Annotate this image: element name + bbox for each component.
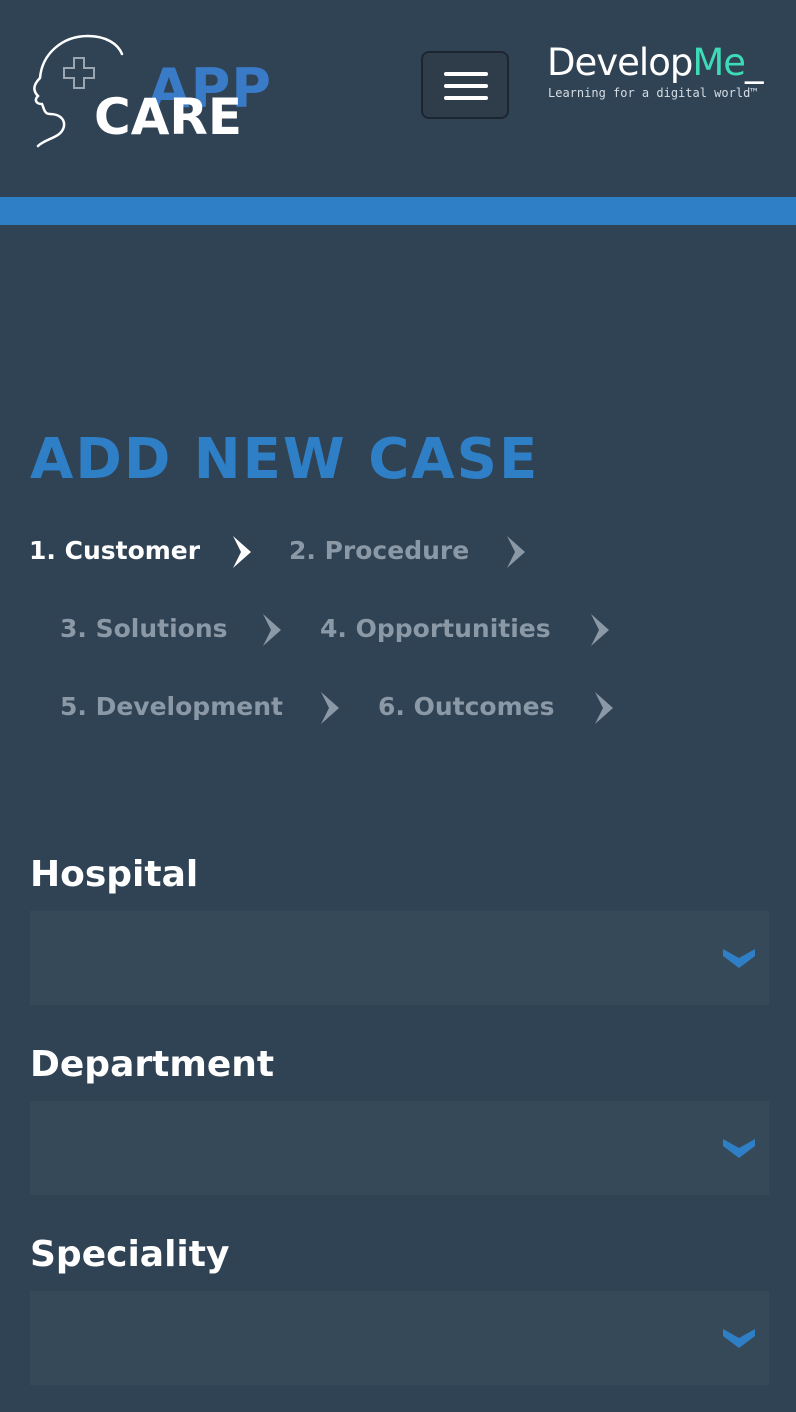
chevron-right-icon (595, 692, 613, 724)
logo-word-care: CARE (94, 88, 243, 146)
step-solutions[interactable]: 3. Solutions (60, 612, 228, 646)
chevron-right-icon (591, 614, 609, 646)
brand-name-suffix: _ (745, 41, 763, 84)
chevron-down-icon (723, 1139, 755, 1158)
department-select[interactable] (30, 1101, 769, 1195)
chevron-right-icon (321, 692, 339, 724)
chevron-right-icon (507, 536, 525, 568)
chevron-right-icon (263, 614, 281, 646)
page-title: ADD NEW CASE (30, 427, 540, 492)
brand-name-accent: Me (692, 41, 746, 84)
hospital-select[interactable] (30, 911, 769, 1005)
brand-name: DevelopMe_ (547, 40, 763, 86)
brand-name-main: Develop (547, 41, 693, 84)
hospital-label: Hospital (30, 854, 199, 895)
speciality-select[interactable] (30, 1291, 769, 1385)
step-procedure[interactable]: 2. Procedure (289, 534, 469, 568)
app-header: APP CARE DevelopMe_ Learning for a digit… (0, 0, 796, 197)
header-accent-bar (0, 197, 796, 225)
step-customer[interactable]: 1. Customer (29, 534, 200, 568)
brand-tagline: Learning for a digital world™ (548, 86, 758, 100)
step-development[interactable]: 5. Development (60, 690, 283, 724)
step-outcomes[interactable]: 6. Outcomes (378, 690, 554, 724)
department-label: Department (30, 1044, 275, 1085)
chevron-down-icon (723, 949, 755, 968)
chevron-down-icon (723, 1329, 755, 1348)
chevron-right-icon (233, 536, 251, 568)
app-care-logo[interactable]: APP CARE (28, 34, 271, 150)
speciality-label: Speciality (30, 1234, 230, 1275)
step-opportunities[interactable]: 4. Opportunities (320, 612, 551, 646)
hamburger-menu-button[interactable] (421, 51, 509, 119)
developme-brand-logo[interactable]: DevelopMe_ Learning for a digital world™ (547, 40, 777, 110)
